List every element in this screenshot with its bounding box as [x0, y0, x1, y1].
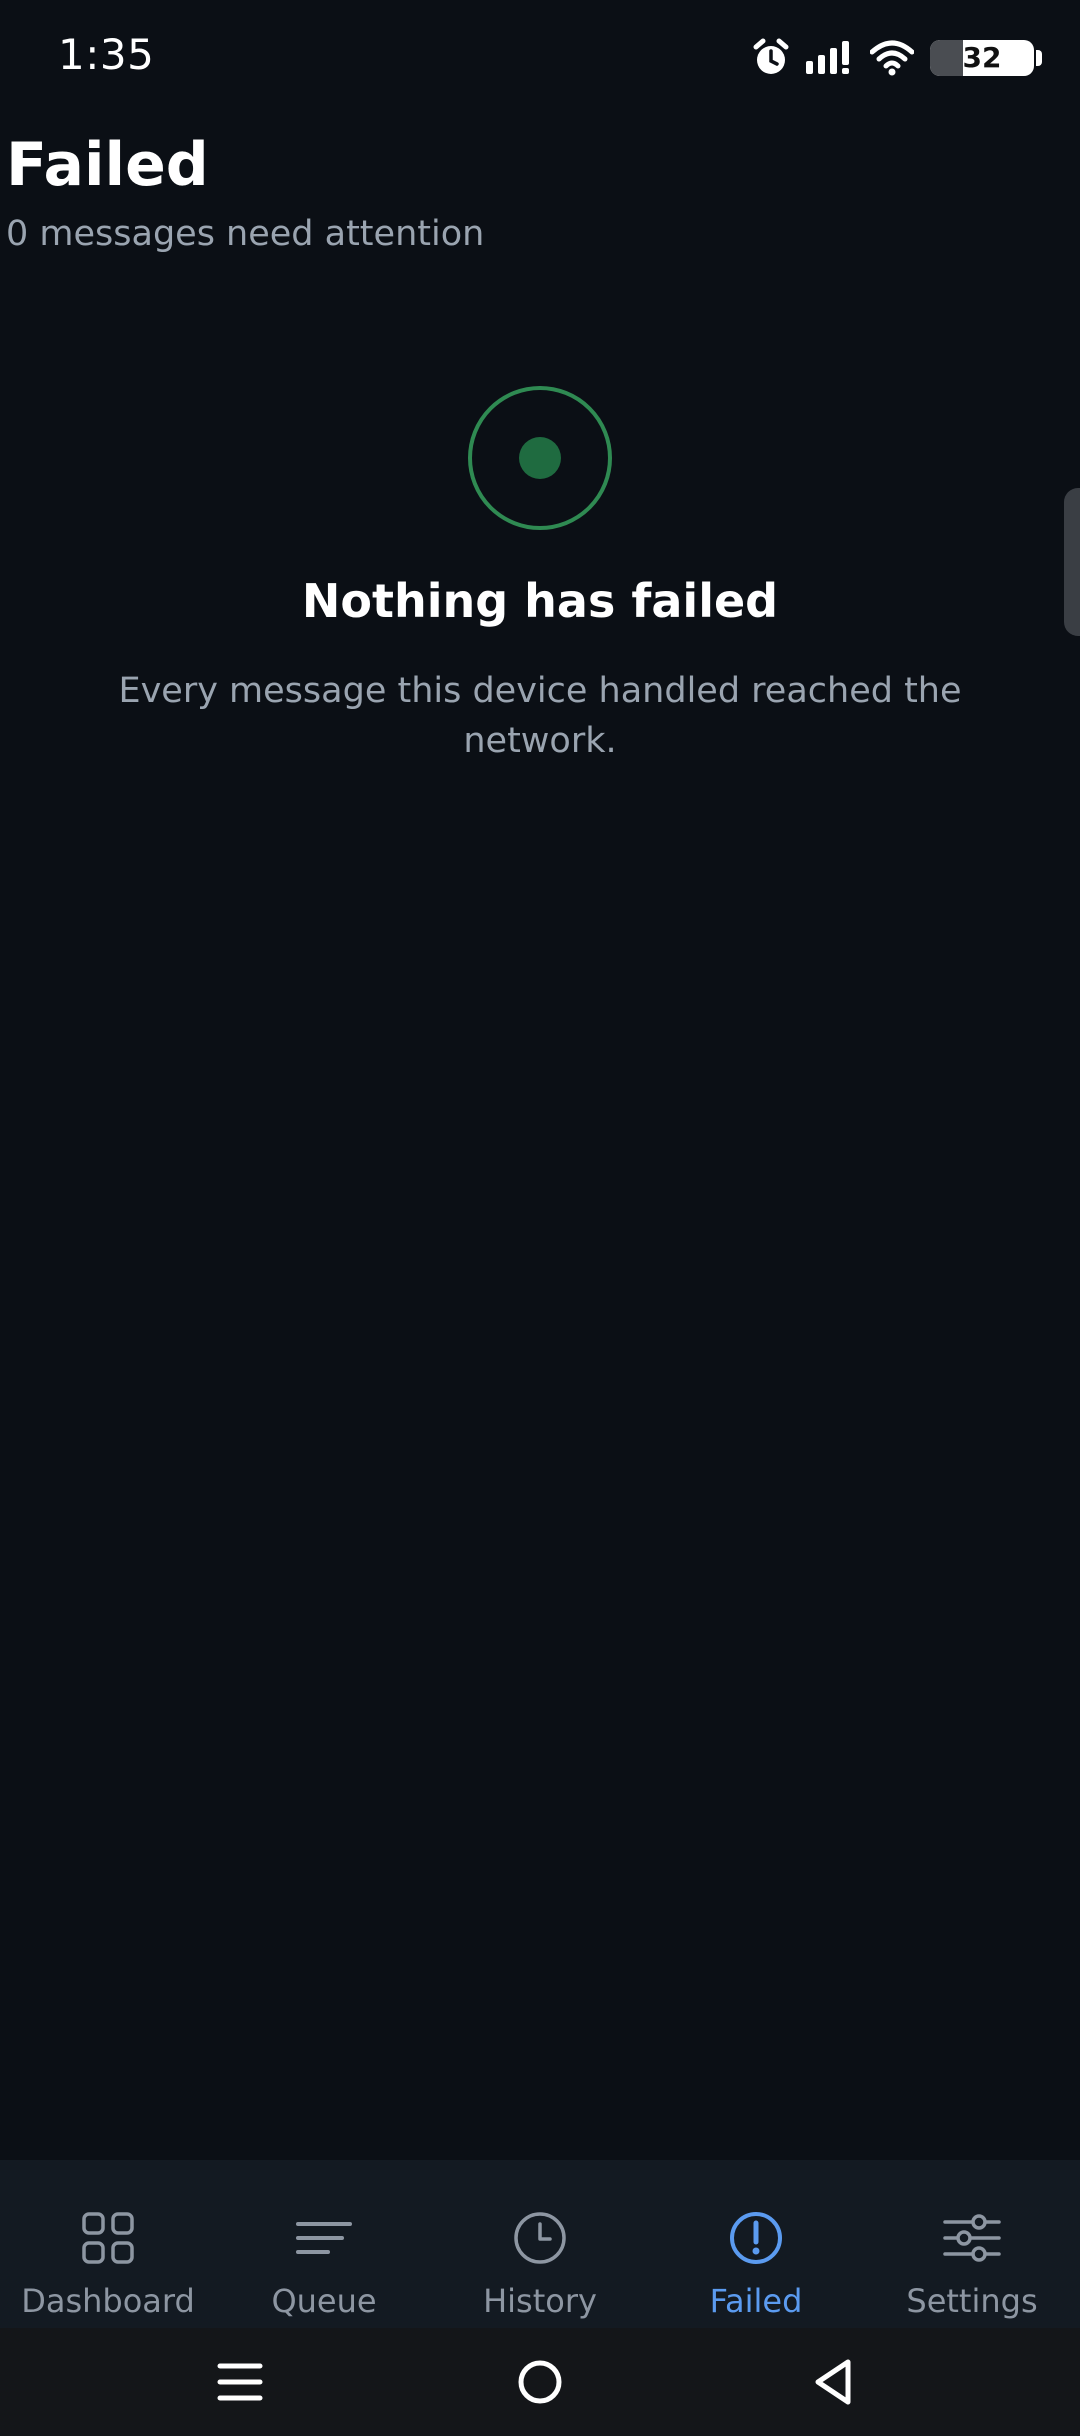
status-bar: 1:35 32 — [0, 0, 1080, 118]
nav-item-failed[interactable]: Failed — [648, 2160, 864, 2328]
clock-icon — [514, 2212, 566, 2264]
edge-panel-handle[interactable] — [1064, 488, 1080, 636]
sliders-icon — [943, 2214, 1001, 2262]
nav-item-dashboard[interactable]: Dashboard — [0, 2160, 216, 2328]
nav-label-settings: Settings — [906, 2282, 1038, 2320]
nav-item-queue[interactable]: Queue — [216, 2160, 432, 2328]
home-icon[interactable] — [508, 2350, 572, 2414]
lines-icon — [296, 2222, 352, 2254]
back-icon[interactable] — [802, 2350, 866, 2414]
battery-level: 32 — [962, 41, 1002, 74]
nav-item-history[interactable]: History — [432, 2160, 648, 2328]
empty-state-title: Nothing has failed — [301, 574, 779, 628]
empty-state-description: Every message this device handled reache… — [118, 671, 962, 761]
battery-icon: 32 — [930, 36, 1042, 80]
wifi-icon — [870, 40, 914, 76]
failed-screen: 1:35 32 Failed 0 messages need attention… — [0, 0, 1080, 2436]
status-icons: 32 — [752, 32, 1042, 84]
alarm-icon — [753, 38, 789, 74]
bottom-nav: Dashboard Queue History Failed Settings — [0, 2160, 1080, 2328]
system-nav-bar — [0, 2328, 1080, 2436]
menu-icon[interactable] — [208, 2350, 272, 2414]
page-title: Failed — [6, 130, 209, 200]
nav-label-failed: Failed — [709, 2282, 803, 2320]
status-time: 1:35 — [58, 30, 155, 79]
status-dot-icon — [468, 386, 612, 530]
nav-item-settings[interactable]: Settings — [864, 2160, 1080, 2328]
nav-label-history: History — [483, 2282, 597, 2320]
nav-label-queue: Queue — [271, 2282, 377, 2320]
alert-circle-icon — [730, 2212, 782, 2264]
signal-icon — [806, 41, 849, 74]
nav-label-dashboard: Dashboard — [21, 2282, 195, 2320]
page-subtitle: 0 messages need attention — [6, 214, 485, 254]
grid-icon — [82, 2212, 134, 2264]
